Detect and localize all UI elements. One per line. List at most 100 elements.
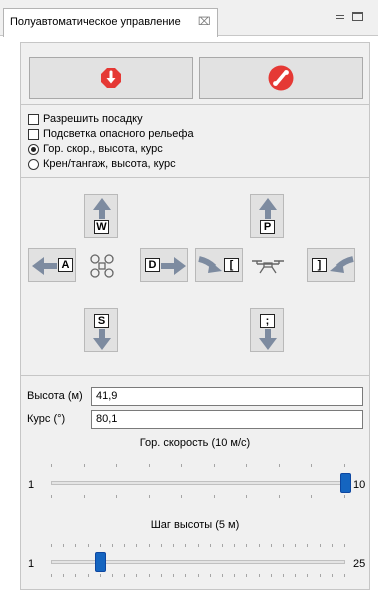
slider-tick [295,574,297,577]
slider-tick [246,544,248,547]
terrain-highlight-checkbox[interactable]: Подсветка опасного рельефа [28,127,194,141]
slider-tick [99,544,101,547]
option-label: Разрешить посадку [43,113,143,125]
alt-step-slider-thumb[interactable] [95,552,106,572]
speed-slider-max: 10 [353,479,366,491]
slider-tick [221,574,223,577]
cancel-circle-icon [268,65,294,91]
keycap-p: P [260,220,275,234]
yaw-left-button[interactable]: [ [195,248,243,282]
slider-tick [148,495,150,498]
slider-tick [344,464,345,467]
minimize-icon[interactable] [335,12,346,21]
slider-tick [136,574,138,577]
speed-slider-ticks [51,495,345,499]
option-label: Крен/тангаж, высота, курс [43,158,176,170]
slider-tick [246,495,248,498]
slider-tick [112,574,114,577]
slider-tick [344,495,345,498]
slider-tick [331,544,333,547]
tab-semiauto-control[interactable]: Полуавтоматическое управление ⌧ [3,8,218,37]
altitude-field[interactable]: 41,9 [91,387,363,406]
move-back-button[interactable]: S [84,308,118,352]
options-section: Разрешить посадку Подсветка опасного рел… [21,105,369,178]
action-section [21,43,369,105]
slider-tick [185,574,187,577]
heading-label: Курс (°) [27,413,66,425]
keycap-a: A [58,258,73,272]
slider-tick [87,574,89,577]
slider-tick [87,544,89,547]
move-forward-button[interactable]: W [84,194,118,238]
slider-tick [160,574,162,577]
slider-tick [319,544,321,547]
move-left-button[interactable]: A [28,248,76,282]
speed-slider-min: 1 [28,479,35,491]
move-right-button[interactable]: D [140,248,188,282]
keycap-w: W [94,220,109,234]
slider-tick [63,544,65,547]
slider-tick [331,574,333,577]
descend-button[interactable]: ; [250,308,284,352]
slider-tick [311,464,313,467]
checkbox-box[interactable] [28,128,39,140]
land-button[interactable] [29,57,193,99]
slider-tick [124,574,126,577]
slider-tick [51,495,52,498]
slider-tick [270,544,272,547]
slider-tick [160,544,162,547]
slider-tick [116,464,118,467]
speed-slider-track[interactable] [51,481,345,485]
slider-tick [136,544,138,547]
slider-tick [246,464,248,467]
checkbox-box[interactable] [28,113,39,125]
slider-tick [258,574,260,577]
slider-tick [51,544,52,547]
slider-tick [197,544,199,547]
cancel-mission-button[interactable] [199,57,363,99]
alt-step-slider-max: 25 [353,558,366,570]
speed-slider-thumb[interactable] [340,473,351,493]
radio-button[interactable] [28,158,39,170]
heading-field[interactable]: 80,1 [91,410,363,429]
slider-tick [75,574,77,577]
alt-step-slider-ticks [51,574,345,578]
slider-tick [213,495,215,498]
altitude-label: Высота (м) [27,390,83,402]
ascend-button[interactable]: P [250,194,284,238]
radio-button-selected[interactable] [28,143,39,155]
keycap-bracket-right: ] [312,258,327,272]
slider-tick [221,544,223,547]
slider-tick [63,574,65,577]
keycap-s: S [94,314,109,328]
slider-tick [75,544,77,547]
slider-tick [282,544,284,547]
slider-tick [278,495,280,498]
land-octagon-icon [101,68,121,88]
slider-tick [51,464,52,467]
slider-tick [213,464,215,467]
semiauto-panel: Разрешить посадку Подсветка опасного рел… [20,42,370,590]
slider-tick [112,544,114,547]
mode-speed-radio[interactable]: Гор. скор., высота, курс [28,142,163,156]
alt-step-slider-title: Шаг высоты (5 м) [150,519,240,531]
slider-tick [116,495,118,498]
maximize-icon[interactable] [352,12,363,21]
allow-landing-checkbox[interactable]: Разрешить посадку [28,112,143,126]
slider-tick [311,495,313,498]
slider-tick [148,464,150,467]
keycap-bracket-left: [ [224,258,239,272]
slider-tick [319,574,321,577]
slider-tick [209,574,211,577]
close-icon[interactable]: ⌧ [198,15,211,28]
slider-tick [51,574,52,577]
mode-roll-pitch-radio[interactable]: Крен/тангаж, высота, курс [28,157,176,171]
alt-step-slider-min: 1 [28,558,35,570]
slider-tick [209,544,211,547]
yaw-right-button[interactable]: ] [307,248,355,282]
slider-tick [197,574,199,577]
slider-tick [173,544,175,547]
slider-tick [99,574,101,577]
slider-tick [344,574,345,577]
slider-tick [185,544,187,547]
